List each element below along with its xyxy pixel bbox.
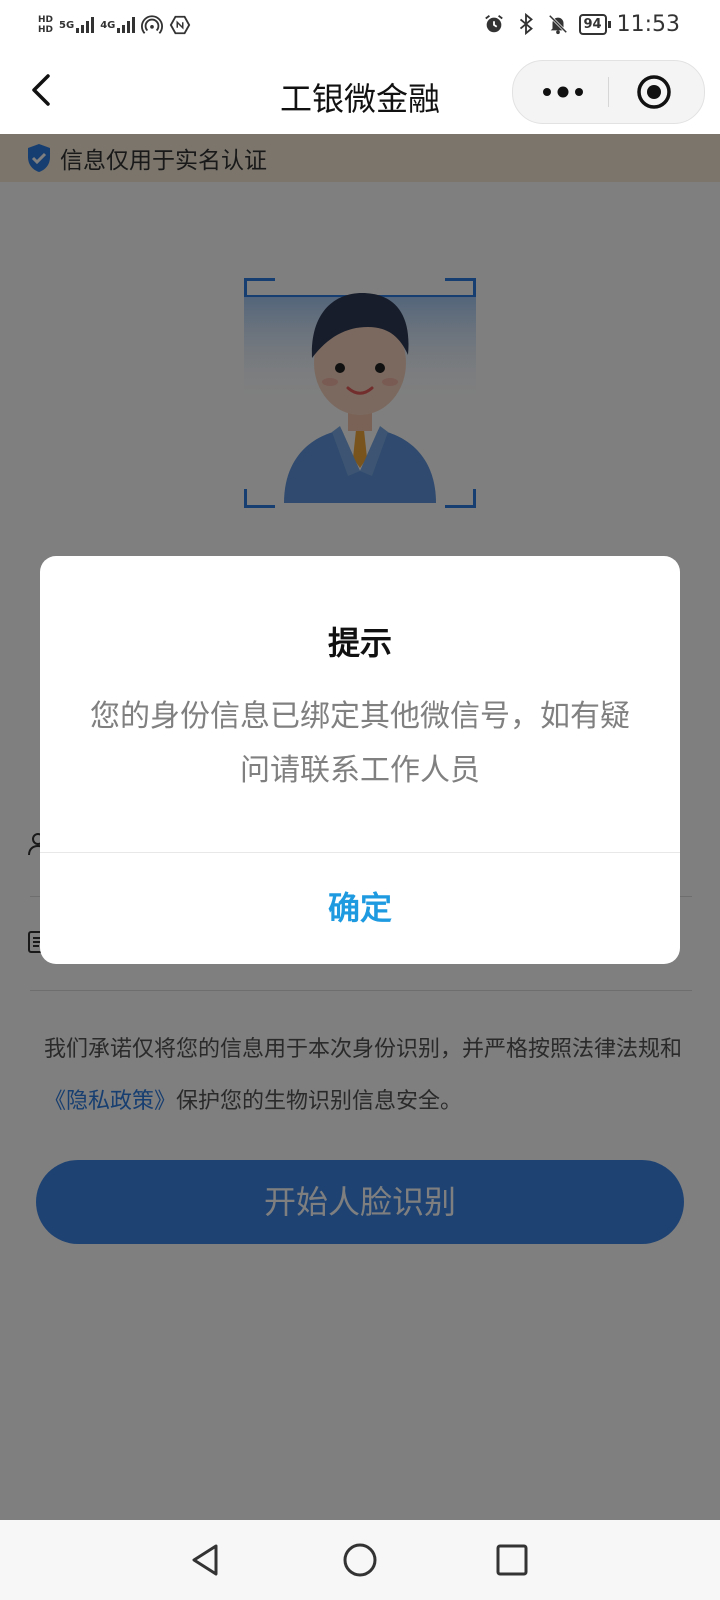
back-triangle-icon[interactable] [186, 1540, 226, 1580]
status-left: HD HD 5G 4G [38, 10, 191, 40]
confirm-button[interactable]: 确定 [40, 853, 680, 964]
battery-icon: 94 [578, 13, 611, 35]
home-circle-icon[interactable] [340, 1540, 380, 1580]
dialog-title: 提示 [327, 624, 392, 662]
signal-1-icon [76, 17, 95, 33]
mute-icon [548, 14, 567, 35]
status-bar: HD HD 5G 4G 94 11:53 [0, 0, 720, 50]
navigation-bar: 工银微金融 [0, 50, 720, 134]
target-icon[interactable] [636, 74, 672, 110]
sim2-label: HD [38, 25, 54, 35]
status-right: 94 11:53 [483, 8, 680, 40]
signal-2-icon [117, 17, 136, 33]
alarm-icon [484, 15, 503, 33]
nfc-icon [170, 15, 191, 35]
network-1-label: 5G [59, 19, 75, 31]
network-2-label: 4G [100, 19, 116, 31]
hotspot-icon [141, 15, 164, 34]
sim1-label: HD [38, 15, 54, 25]
clock: 11:53 [616, 11, 680, 37]
more-dots-icon[interactable] [535, 78, 591, 106]
alert-dialog: 提示 您的身份信息已绑定其他微信号，如有疑问请联系工作人员 确定 [40, 556, 680, 964]
recents-square-icon[interactable] [492, 1540, 532, 1580]
system-navigation-bar [0, 1520, 720, 1600]
bluetooth-icon [519, 13, 533, 35]
miniprogram-capsule [512, 60, 705, 124]
sim-indicator: HD HD [38, 15, 53, 35]
capsule-divider [608, 77, 609, 107]
dialog-message: 您的身份信息已绑定其他微信号，如有疑问请联系工作人员 [90, 699, 630, 788]
